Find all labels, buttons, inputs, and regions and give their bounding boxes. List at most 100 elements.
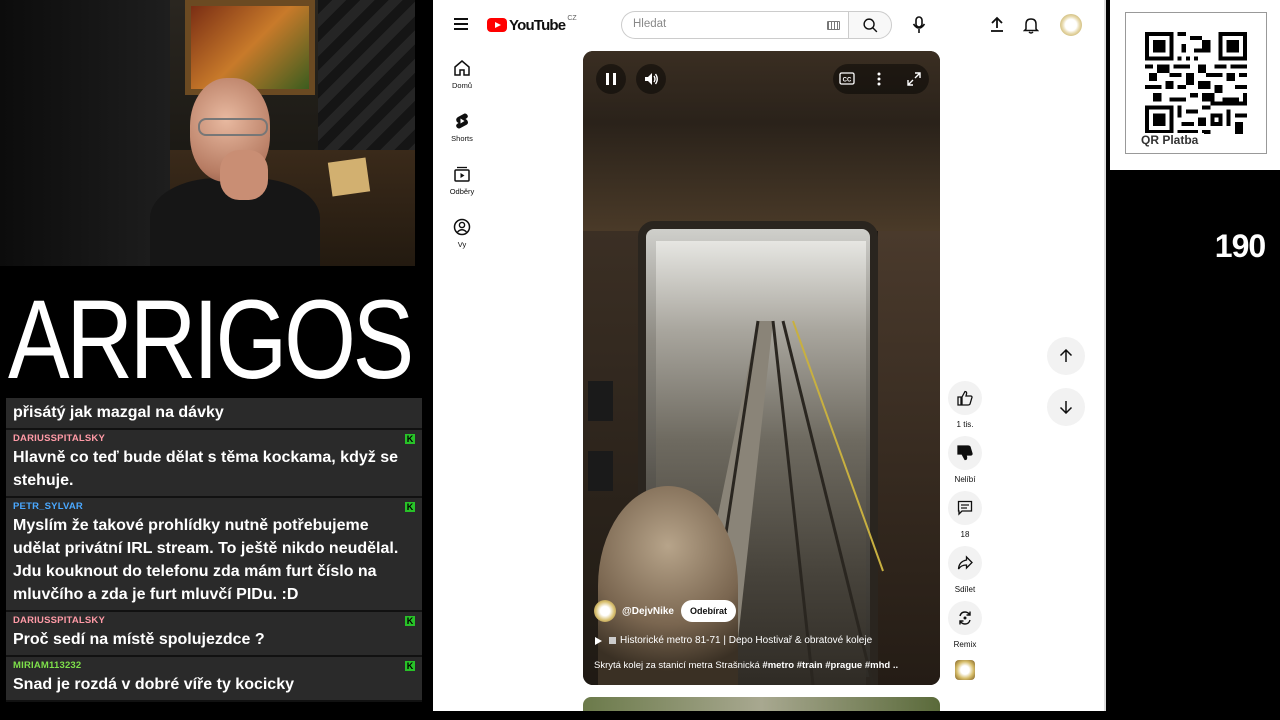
search-input[interactable]	[633, 18, 813, 30]
like-count: 1 tis.	[956, 420, 974, 429]
svg-text:CC: CC	[843, 78, 852, 84]
sound-thumbnail[interactable]	[955, 660, 975, 680]
sidebar-item-label: Odběry	[449, 187, 475, 196]
qr-label: QR Platba	[1135, 133, 1205, 147]
dislike-button[interactable]	[948, 436, 982, 470]
share-label: Sdílet	[954, 585, 976, 594]
captions-icon[interactable]: CC	[839, 72, 855, 85]
dislike-action: Nelíbí	[947, 436, 983, 484]
chat-message: DARIUSSPITALSKY Proč sedí na místě spoluj…	[6, 612, 422, 657]
search-icon	[863, 18, 878, 33]
share-action: Sdílet	[947, 546, 983, 594]
chat-message: MIRIAM113232 Snad je rozdá v dobré víře t…	[6, 657, 422, 702]
player-controls-group: CC	[833, 64, 929, 94]
description-text: Skrytá kolej za stanicí metra Strašnická	[594, 660, 763, 671]
sidebar-item-you[interactable]: Vy	[433, 214, 491, 267]
next-short-button[interactable]	[1047, 388, 1085, 426]
subscribe-button[interactable]: Odebírat	[681, 600, 737, 622]
arrow-up-icon	[1059, 349, 1073, 362]
chat-text: přisátý jak mazgal na dávky	[13, 404, 224, 421]
youtube-header: YouTube CZ	[433, 0, 1106, 50]
region-code: CZ	[567, 14, 577, 22]
chat-username: DARIUSSPITALSKY	[13, 433, 106, 444]
previous-short-button[interactable]	[1047, 337, 1085, 375]
sidebar-item-label: Vy	[457, 240, 467, 249]
video-person	[598, 486, 738, 685]
sidebar-item-home[interactable]: Domů	[433, 55, 491, 108]
remix-button[interactable]	[948, 601, 982, 635]
shorts-video-player[interactable]: CC @DejvNike Odebírat Historické metro 8…	[583, 51, 940, 685]
thumbs-down-icon	[957, 445, 973, 461]
home-icon	[454, 60, 470, 76]
sidebar-nav: Domů Shorts Odběry Vy	[433, 55, 491, 267]
share-button[interactable]	[948, 546, 982, 580]
remix-action: Remix	[947, 601, 983, 649]
upload-icon	[991, 16, 1003, 32]
more-options-icon[interactable]	[877, 72, 881, 86]
channel-row: @DejvNike Odebírat	[594, 600, 737, 622]
account-avatar[interactable]	[1060, 14, 1082, 36]
chat-text: Snad je rozdá v dobré víře ty kocicky	[13, 676, 294, 693]
chat-message: PETR_SYLVAR Myslím že takové prohlídky nu…	[6, 498, 422, 612]
chat-username: DARIUSSPITALSKY	[13, 615, 106, 626]
microphone-icon	[912, 16, 926, 33]
qr-code-image	[1145, 32, 1247, 134]
play-icon	[595, 636, 602, 645]
share-icon	[957, 555, 973, 570]
sidebar-item-shorts[interactable]: Shorts	[433, 108, 491, 161]
menu-icon[interactable]	[454, 18, 468, 30]
search-box	[621, 11, 848, 39]
chat-text: Proč sedí na místě spolujezdce ?	[13, 631, 265, 648]
next-video-preview[interactable]	[583, 697, 940, 711]
kick-badge-icon: K	[405, 434, 415, 444]
chat-username: PETR_SYLVAR	[13, 501, 83, 512]
pause-button[interactable]	[596, 64, 626, 94]
notifications-button[interactable]	[1019, 13, 1043, 37]
bell-icon	[1023, 18, 1039, 34]
youtube-logo[interactable]: YouTube CZ	[487, 15, 577, 35]
youtube-play-icon	[487, 18, 507, 32]
volume-icon	[645, 73, 658, 85]
pause-icon	[606, 73, 616, 85]
shorts-icon	[456, 113, 468, 129]
chat-panel: přisátý jak mazgal na dávky DARIUSSPITALS…	[6, 398, 422, 720]
flag-icon	[609, 637, 616, 644]
like-action: 1 tis.	[947, 381, 983, 429]
voice-search-button[interactable]	[905, 11, 933, 39]
dislike-label: Nelíbí	[954, 475, 976, 484]
sidebar-item-subscriptions[interactable]: Odběry	[433, 161, 491, 214]
stream-logo-text: ARRIGOS	[8, 277, 411, 391]
search-button[interactable]	[848, 11, 892, 39]
comments-action: 18	[947, 491, 983, 539]
kick-badge-icon: K	[405, 502, 415, 512]
sidebar-item-label: Domů	[451, 81, 472, 90]
upload-button[interactable]	[985, 13, 1009, 37]
chat-text: Hlavně co teď bude dělat s těma kockama,…	[13, 449, 398, 489]
you-icon	[453, 218, 471, 236]
chat-username: MIRIAM113232	[13, 660, 82, 671]
video-description[interactable]: Skrytá kolej za stanicí metra Strašnická…	[594, 660, 924, 671]
stream-logo: ARRIGOS	[0, 266, 420, 396]
qr-payment-box: QR Platba	[1110, 0, 1280, 170]
comment-count: 18	[960, 530, 970, 539]
channel-avatar[interactable]	[594, 600, 616, 622]
fullscreen-icon[interactable]	[907, 72, 921, 86]
remix-label: Remix	[953, 640, 977, 649]
chat-text: Myslím že takové prohlídky nutně potřebu…	[13, 517, 399, 603]
description-hashtags: #metro #train #prague #mhd ..	[762, 660, 899, 671]
stream-screen: ARRIGOS přisátý jak mazgal na dávky DARIU…	[0, 0, 1280, 720]
video-title: Historické metro 81-71 | Depo Hostivař &…	[620, 635, 873, 646]
keyboard-icon[interactable]	[827, 21, 840, 30]
kick-badge-icon: K	[405, 616, 415, 626]
kick-badge-icon: K	[405, 661, 415, 671]
video-title-row[interactable]: Historické metro 81-71 | Depo Hostivař &…	[595, 635, 872, 646]
subscriptions-icon	[454, 166, 470, 182]
chat-message: DARIUSSPITALSKY Hlavně co teď bude dělat …	[6, 430, 422, 498]
remix-icon	[959, 611, 971, 625]
comments-button[interactable]	[948, 491, 982, 525]
channel-name[interactable]: @DejvNike	[622, 606, 674, 617]
viewer-count: 190	[1214, 228, 1266, 264]
like-button[interactable]	[948, 381, 982, 415]
thumbs-up-icon	[957, 390, 973, 406]
volume-button[interactable]	[636, 64, 666, 94]
